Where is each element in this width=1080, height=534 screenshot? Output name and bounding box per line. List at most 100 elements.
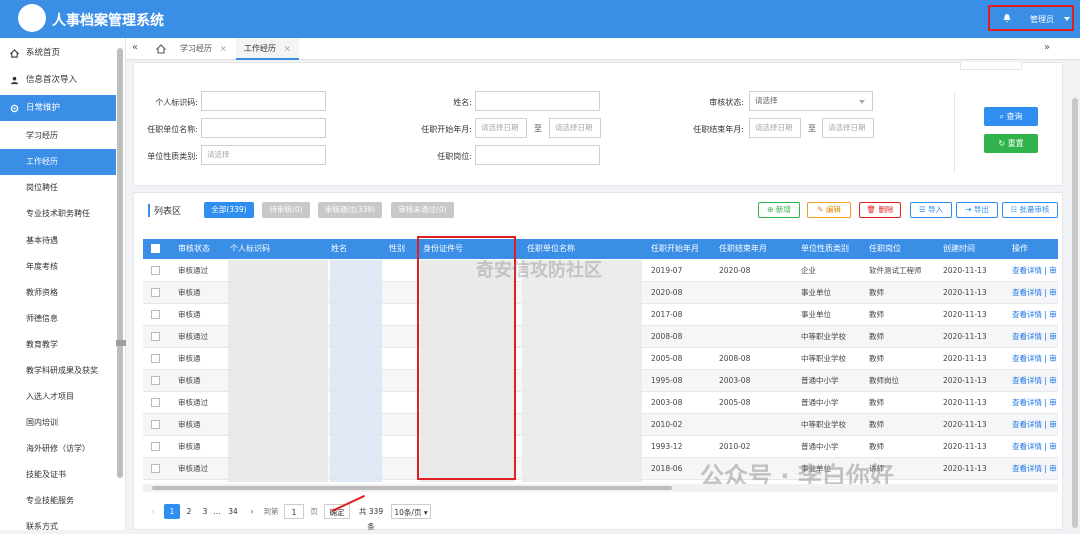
sidebar-sub-tech[interactable]: 专业技术职务聘任 — [0, 201, 116, 227]
row-checkbox[interactable] — [151, 398, 160, 407]
user-name[interactable]: 管理员 — [1030, 14, 1054, 25]
page-3[interactable]: 3 — [200, 504, 210, 519]
row-checkbox[interactable] — [151, 288, 160, 297]
page-scrollbar[interactable] — [1072, 98, 1078, 528]
sidebar-item-daily[interactable]: 日常维护 — [0, 95, 116, 121]
sidebar-sub-ethic[interactable]: 师德信息 — [0, 306, 116, 332]
view-detail-link[interactable]: 查看详情 | 审 — [1012, 414, 1058, 436]
id-input[interactable] — [201, 91, 326, 111]
filter-approved[interactable]: 审核通过(339) — [318, 202, 382, 218]
reset-button[interactable]: ↻ 重置 — [984, 134, 1038, 153]
add-button[interactable]: ⊕ 新增 — [758, 202, 800, 218]
cell-status: 审核通 — [178, 310, 201, 319]
row-checkbox[interactable] — [151, 464, 160, 473]
batch-audit-button[interactable]: ☷ 批量审核 — [1002, 202, 1058, 218]
view-detail-link[interactable]: 查看详情 | 审 — [1012, 370, 1058, 392]
next-page-icon[interactable]: › — [247, 504, 257, 519]
query-button[interactable]: ⌕ 查询 — [984, 107, 1038, 126]
collapsed-tool[interactable] — [960, 62, 1022, 70]
export-button[interactable]: ⇥ 导出 — [956, 202, 998, 218]
page-34[interactable]: 34 — [226, 504, 240, 519]
sidebar-sub-service[interactable]: 专业技能服务 — [0, 488, 116, 514]
sidebar-sub-work[interactable]: 工作经历 — [0, 149, 116, 175]
table-hscroll-thumb[interactable] — [152, 486, 672, 490]
sidebar-resize-handle[interactable] — [116, 340, 126, 346]
page-size-select[interactable]: 10条/页 ▾ — [391, 504, 431, 519]
page-1[interactable]: 1 — [164, 504, 180, 519]
sidebar-scrollbar[interactable] — [117, 48, 123, 478]
import-button[interactable]: ☰ 导入 — [910, 202, 952, 218]
view-detail-link[interactable]: 查看详情 | 审 — [1012, 304, 1058, 326]
row-checkbox[interactable] — [151, 354, 160, 363]
chevron-down-icon[interactable] — [1064, 17, 1070, 21]
select-all-checkbox[interactable] — [151, 244, 160, 253]
prev-page-icon[interactable]: ‹ — [148, 504, 158, 519]
sidebar-sub-contact[interactable]: 联系方式 — [0, 514, 116, 530]
tabs-left-icon[interactable]: « — [132, 42, 138, 53]
row-checkbox[interactable] — [151, 332, 160, 341]
close-icon[interactable]: × — [284, 44, 291, 53]
import-icon: ☰ — [918, 205, 929, 214]
bell-icon[interactable] — [1002, 13, 1012, 23]
sidebar-sub-annual[interactable]: 年度考核 — [0, 254, 116, 280]
view-detail-link[interactable]: 查看详情 | 审 — [1012, 392, 1058, 414]
end-date-from[interactable]: 请选择日期 — [749, 118, 801, 138]
post-input[interactable] — [475, 145, 600, 165]
view-detail-link[interactable]: 查看详情 | 审 — [1012, 260, 1058, 282]
name-input[interactable] — [475, 91, 600, 111]
row-checkbox[interactable] — [151, 266, 160, 275]
th-post: 任职岗位 — [869, 244, 901, 253]
sidebar-sub-research[interactable]: 教学科研成果及获奖 — [0, 358, 116, 384]
sidebar-sub-pay[interactable]: 基本待遇 — [0, 228, 116, 254]
app-logo — [18, 4, 46, 32]
row-checkbox[interactable] — [151, 376, 160, 385]
trash-icon: 🗑 — [866, 205, 879, 214]
tabs-right-icon[interactable]: » — [1044, 42, 1050, 53]
start-date-from[interactable]: 请选择日期 — [475, 118, 527, 138]
status-select[interactable]: 请选择 — [749, 91, 873, 111]
tab-study[interactable]: 学习经历 × — [172, 38, 235, 60]
sidebar-sub-study[interactable]: 学习经历 — [0, 123, 116, 149]
sidebar-sub-post[interactable]: 岗位聘任 — [0, 175, 116, 201]
view-detail-link[interactable]: 查看详情 | 审 — [1012, 458, 1058, 480]
filter-pending[interactable]: 待审核(0) — [262, 202, 310, 218]
goto-page-input[interactable]: 1 — [284, 504, 304, 519]
range-sep: 至 — [534, 124, 542, 133]
view-detail-link[interactable]: 查看详情 | 审 — [1012, 326, 1058, 348]
row-checkbox[interactable] — [151, 420, 160, 429]
label-post: 任职岗位: — [437, 152, 472, 161]
close-icon[interactable]: × — [220, 44, 227, 53]
org-input[interactable] — [201, 118, 326, 138]
nature-select[interactable]: 请选择 — [201, 145, 326, 165]
sidebar-sub-talent[interactable]: 入选人才项目 — [0, 384, 116, 410]
filter-rejected[interactable]: 审核未通过(0) — [391, 202, 454, 218]
view-detail-link[interactable]: 查看详情 | 审 — [1012, 348, 1058, 370]
cell-status: 审核通 — [178, 442, 201, 451]
add-label: 新增 — [775, 205, 791, 214]
sidebar-sub-skill[interactable]: 技能及证书 — [0, 462, 116, 488]
edit-button[interactable]: ✎ 编辑 — [807, 202, 851, 218]
divider — [954, 93, 955, 173]
tab-work[interactable]: 工作经历 × — [236, 38, 299, 60]
home-tab-icon[interactable] — [156, 44, 166, 54]
sidebar-sub-teach[interactable]: 教育教学 — [0, 332, 116, 358]
filter-all[interactable]: 全部(339) — [204, 202, 254, 218]
row-checkbox[interactable] — [151, 442, 160, 451]
label-nature: 单位性质类别: — [147, 152, 198, 161]
user-menu[interactable]: 管理员 — [988, 5, 1074, 31]
sidebar-item-import[interactable]: 信息首次导入 — [0, 67, 116, 93]
export-label: 导出 — [973, 205, 989, 214]
sidebar-sub-domestic[interactable]: 国内培训 — [0, 410, 116, 436]
sidebar-sub-abroad[interactable]: 海外研修（访学） — [0, 436, 116, 462]
query-label: 查询 — [1006, 112, 1023, 121]
view-detail-link[interactable]: 查看详情 | 审 — [1012, 436, 1058, 458]
view-detail-link[interactable]: 查看详情 | 审 — [1012, 282, 1058, 304]
page-2[interactable]: 2 — [184, 504, 194, 519]
sidebar-sub-cert[interactable]: 教师资格 — [0, 280, 116, 306]
start-date-to[interactable]: 请选择日期 — [549, 118, 601, 138]
user-icon — [10, 76, 19, 85]
sidebar-item-home[interactable]: 系统首页 — [0, 40, 116, 66]
end-date-to[interactable]: 请选择日期 — [822, 118, 874, 138]
delete-button[interactable]: 🗑 删除 — [859, 202, 901, 218]
row-checkbox[interactable] — [151, 310, 160, 319]
